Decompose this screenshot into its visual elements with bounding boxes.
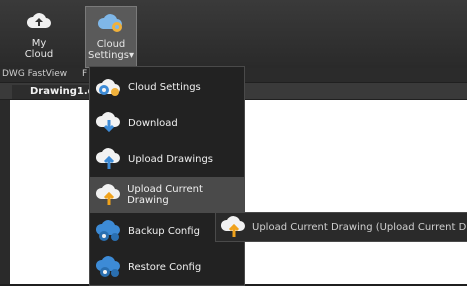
cloud-upload-current-icon <box>220 215 248 239</box>
menu-item-upload-drawings[interactable]: Upload Drawings <box>90 141 244 177</box>
menu-item-restore-config[interactable]: Restore Config <box>90 249 244 285</box>
cloud-upload-icon <box>94 145 124 173</box>
menu-item-label: Upload Current Drawing <box>127 184 203 206</box>
cloud-settings-button[interactable]: Cloud Settings▾ <box>85 6 137 68</box>
cloud-upload-current-icon <box>94 181 123 209</box>
menu-item-label: Restore Config <box>128 261 202 273</box>
group-label-dwg-fastview: DWG FastView <box>2 69 68 79</box>
cloud-gear-icon <box>94 73 124 101</box>
cloud-settings-label: Cloud Settings▾ <box>87 39 135 61</box>
cloud-icon <box>23 6 55 36</box>
menu-item-label: Download <box>128 117 178 129</box>
menu-item-label: Backup Config <box>128 225 200 237</box>
group-label-truncated: F <box>82 69 88 79</box>
upload-current-drawing-tooltip: Upload Current Drawing (Upload Current D… <box>215 212 467 242</box>
cloud-settings-icon <box>95 7 127 37</box>
ribbon: My Cloud Cloud Settings▾ <box>0 0 467 69</box>
menu-item-label: Cloud Settings <box>128 81 201 93</box>
cloud-download-icon <box>94 109 124 137</box>
my-cloud-label: My Cloud <box>24 38 54 60</box>
backup-config-icon <box>94 217 124 245</box>
cloud-settings-menu: Cloud Settings Download Upload Drawings … <box>89 66 245 286</box>
tooltip-label: Upload Current Drawing (Upload Current D… <box>252 221 467 233</box>
menu-item-upload-current-drawing[interactable]: Upload Current Drawing <box>90 177 244 213</box>
menu-item-label: Upload Drawings <box>128 153 214 165</box>
left-edge-bar <box>0 100 10 284</box>
menu-item-download[interactable]: Download <box>90 105 244 141</box>
my-cloud-button[interactable]: My Cloud <box>14 6 64 66</box>
restore-config-icon <box>94 253 124 281</box>
menu-item-cloud-settings[interactable]: Cloud Settings <box>90 69 244 105</box>
